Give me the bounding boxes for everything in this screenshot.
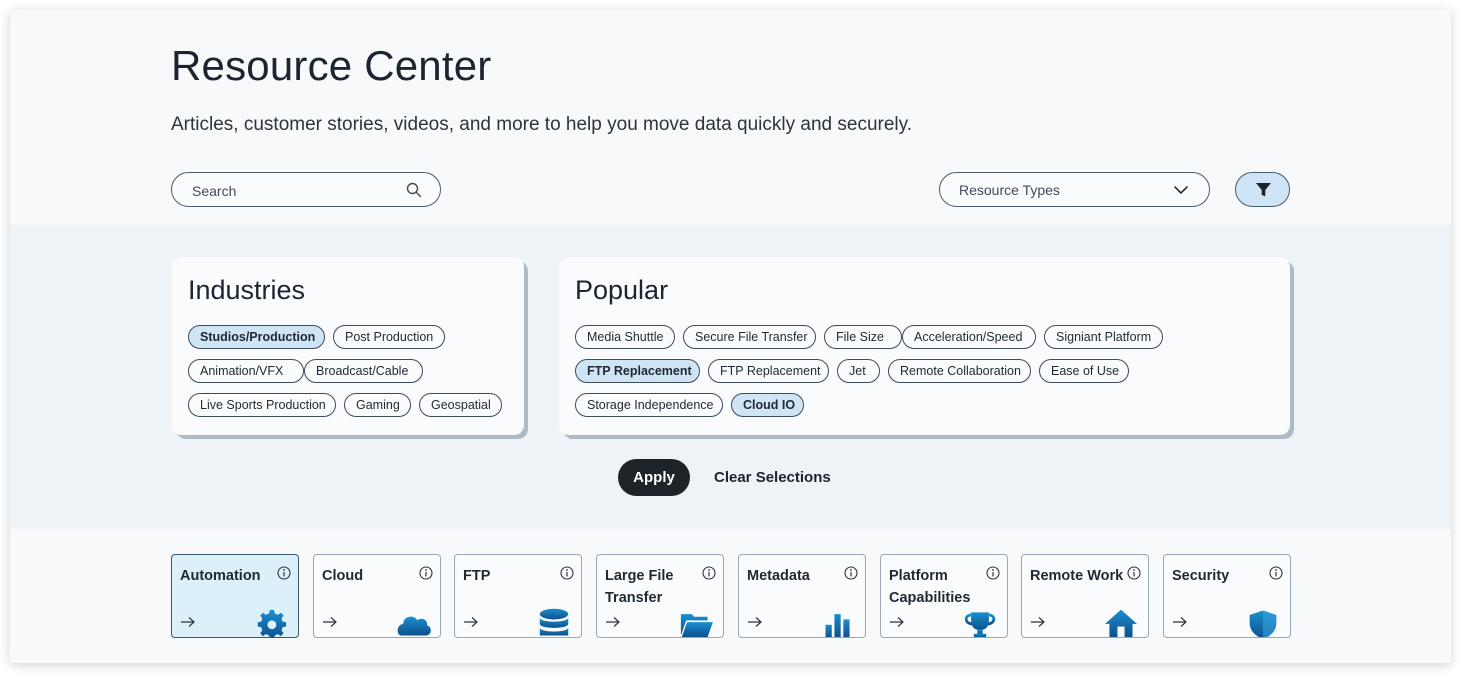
industries-chip[interactable]: Animation/VFX <box>188 359 304 383</box>
arrow-right-icon[interactable] <box>180 616 196 628</box>
topic-label: Cloud <box>322 568 364 584</box>
info-icon[interactable] <box>844 566 858 580</box>
home-icon <box>1105 609 1137 637</box>
arrow-right-icon[interactable] <box>889 616 905 628</box>
topic-card-metadata[interactable]: Metadata <box>738 554 866 638</box>
filter-toggle-button[interactable] <box>1235 172 1290 207</box>
info-icon[interactable] <box>702 566 716 580</box>
popular-chip[interactable]: Ease of Use <box>1039 359 1129 383</box>
resource-types-dropdown[interactable]: Resource Types <box>939 172 1210 207</box>
industries-title: Industries <box>188 275 306 305</box>
page-title: Resource Center <box>171 42 492 89</box>
info-icon[interactable] <box>1269 566 1283 580</box>
topic-label: Security <box>1172 568 1230 584</box>
topic-card-security[interactable]: Security <box>1163 554 1291 638</box>
topic-card-remote-work[interactable]: Remote Work <box>1021 554 1149 638</box>
arrow-right-icon[interactable] <box>747 616 763 628</box>
search-input[interactable] <box>190 173 394 208</box>
page-subtitle: Articles, customer stories, videos, and … <box>171 114 912 135</box>
apply-button[interactable]: Apply <box>618 459 690 496</box>
popular-chip[interactable]: Cloud IO <box>731 393 804 417</box>
database-icon <box>539 608 569 636</box>
topic-label: Large File Transfer <box>605 568 674 606</box>
industries-chip[interactable]: Live Sports Production <box>188 393 336 417</box>
industries-chip[interactable]: Studios/Production <box>188 325 325 349</box>
folder-icon <box>680 614 713 637</box>
topic-card-platform-capabilities[interactable]: Platform Capabilities <box>880 554 1008 638</box>
popular-chip[interactable]: Media Shuttle <box>575 325 675 349</box>
popular-chip[interactable]: Storage Independence <box>575 393 723 417</box>
trophy-icon <box>964 612 996 637</box>
popular-chip[interactable]: Secure File Transfer <box>683 325 816 349</box>
info-icon[interactable] <box>986 566 1000 580</box>
popular-chip[interactable]: File Size <box>824 325 902 349</box>
bar-chart-icon <box>825 614 850 637</box>
arrow-right-icon[interactable] <box>1030 616 1046 628</box>
funnel-icon <box>1256 183 1271 197</box>
topic-card-cloud[interactable]: Cloud <box>313 554 441 638</box>
topic-label: Remote Work <box>1030 568 1124 584</box>
topic-label: Metadata <box>747 568 810 584</box>
popular-chip[interactable]: Remote Collaboration <box>888 359 1031 383</box>
topic-label: FTP <box>463 568 491 584</box>
industries-card: Industries Studios/Production Post Produc… <box>172 257 524 435</box>
popular-chip[interactable]: Jet <box>837 359 880 383</box>
industries-chip[interactable]: Geospatial <box>419 393 502 417</box>
search-icon[interactable] <box>406 182 422 198</box>
chevron-down-icon <box>1174 186 1188 194</box>
arrow-right-icon[interactable] <box>605 616 621 628</box>
topic-card-ftp[interactable]: FTP <box>454 554 582 638</box>
resource-center-page: Resource Center Articles, customer stori… <box>10 10 1451 663</box>
gear-icon <box>257 609 287 637</box>
arrow-right-icon[interactable] <box>463 616 479 628</box>
popular-card: Popular Media Shuttle Secure File Transfe… <box>559 257 1290 435</box>
info-icon[interactable] <box>419 566 433 580</box>
popular-chip[interactable]: Acceleration/Speed <box>902 325 1036 349</box>
search-box[interactable] <box>171 172 441 208</box>
info-icon[interactable] <box>560 566 574 580</box>
popular-chip[interactable]: Signiant Platform <box>1044 325 1163 349</box>
industries-chip[interactable]: Post Production <box>333 325 445 349</box>
cloud-icon <box>397 616 431 636</box>
topic-label: Platform Capabilities <box>889 568 971 606</box>
info-icon[interactable] <box>1127 566 1141 580</box>
clear-selections-button[interactable]: Clear Selections <box>714 469 831 486</box>
industries-chip[interactable]: Broadcast/Cable <box>304 359 423 383</box>
popular-chip[interactable]: FTP Replacement <box>575 359 700 383</box>
industries-chip[interactable]: Gaming <box>344 393 411 417</box>
resource-types-label: Resource Types <box>959 182 1060 198</box>
arrow-right-icon[interactable] <box>322 616 338 628</box>
info-icon[interactable] <box>277 566 291 580</box>
arrow-right-icon[interactable] <box>1172 616 1188 628</box>
shield-icon <box>1249 610 1277 637</box>
topic-card-large-file-transfer[interactable]: Large File Transfer <box>596 554 724 638</box>
popular-chip[interactable]: FTP Replacement <box>708 359 829 383</box>
popular-title: Popular <box>575 275 669 305</box>
topic-label: Automation <box>180 568 261 584</box>
topic-card-automation[interactable]: Automation <box>171 554 299 638</box>
